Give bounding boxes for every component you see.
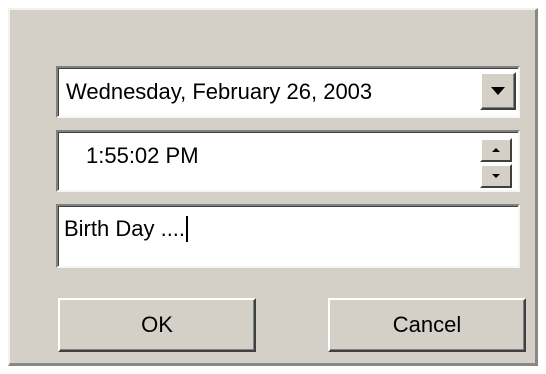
chevron-down-icon [491, 87, 505, 95]
cancel-button[interactable]: Cancel [328, 298, 526, 352]
spin-down-button[interactable] [480, 164, 512, 188]
text-caret [186, 216, 189, 242]
date-text: Wednesday, February 26, 2003 [66, 79, 373, 104]
spin-up-button[interactable] [480, 138, 512, 162]
dialog: Wednesday, February 26, 2003 1:55:02 PM … [8, 8, 538, 366]
date-picker[interactable]: Wednesday, February 26, 2003 [56, 66, 520, 118]
date-dropdown-button[interactable] [480, 72, 516, 110]
time-text: 1:55:02 PM [86, 143, 199, 168]
note-text: Birth Day .... [64, 216, 186, 241]
ok-button[interactable]: OK [58, 298, 256, 352]
time-picker[interactable]: 1:55:02 PM [56, 130, 520, 192]
spin-down-icon [492, 174, 500, 178]
note-text-wrap: Birth Day .... [64, 206, 512, 252]
spin-up-icon [492, 148, 500, 152]
note-input[interactable]: Birth Day .... [56, 204, 520, 268]
